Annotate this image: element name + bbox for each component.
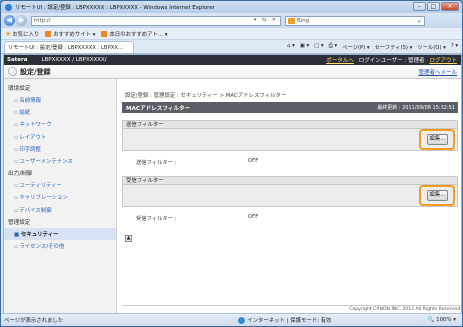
send-filter-label: 送信フィルター : — [136, 160, 177, 166]
send-filter-box: 送信フィルター 編集... — [122, 120, 458, 151]
sidebar-item-device-control[interactable]: デバイス制御 — [4, 204, 116, 216]
edit-receive-filter-button[interactable]: 編集... — [427, 190, 448, 201]
page-menu[interactable]: ページ(P) ▾ — [342, 43, 369, 51]
receive-filter-row: 受信フィルター : OFF — [122, 207, 458, 229]
bing-icon — [288, 17, 295, 24]
address-bar: ◀ ▶ http:// ▾ ⇆ ✕ Bing ⌕ — [1, 13, 462, 28]
fav-item-today[interactable]: 本日のおすすめアト... ▾ — [101, 30, 167, 38]
browser-tab[interactable]: リモートUI : 設定/登録 : LBPXXXXX : LBPXX... — [4, 40, 134, 53]
sidebar-section-output: 出力/制御 — [8, 171, 33, 178]
sidebar-item-print-adjust[interactable]: 印字調整 — [4, 143, 116, 155]
url-text: http:// — [34, 17, 51, 24]
globe-icon — [238, 316, 246, 324]
home-button[interactable]: ⌂ ▾ — [287, 43, 295, 51]
command-bar: ⌂ ▾ ▣ ▾ □ ▾ ⎙ ▾ ページ(P) ▾ セーフティ(S) ▾ ツール(… — [287, 43, 462, 51]
title-bar: リモートUI : 設定/登録 : LBPXXXXX : LBPXXXXX - W… — [1, 1, 462, 13]
feeds-button[interactable]: ▣ ▾ — [300, 43, 309, 51]
receive-filter-value: OFF — [248, 214, 259, 220]
sidebar-item-network[interactable]: ネットワーク — [4, 118, 116, 130]
zoom-control[interactable]: 🔍 100% ▾ — [428, 317, 462, 323]
print-button[interactable]: ⎙ ▾ — [329, 43, 338, 51]
edit-send-filter-button[interactable]: 編集... — [427, 134, 448, 145]
sidebar: 環境設定 名前情報 給紙 ネットワーク レイアウト 印字調整 ユーザーメンテナン… — [4, 79, 117, 314]
minimize-button[interactable]: – — [413, 2, 426, 11]
fav-item-suggested[interactable]: おすすめサイト ▾ — [45, 30, 95, 38]
sidebar-section-env: 環境設定 — [8, 86, 31, 92]
header-links: ポータルへ ログインユーザー : 管理者 ログアウト — [326, 56, 461, 64]
zone-label: インターネット | 保護モード: 有効 — [247, 318, 332, 324]
model-name: LBPXXXXX / LBPXXXXX/ — [41, 57, 107, 63]
receive-filter-header: 受信フィルター — [123, 177, 457, 185]
close-button[interactable]: ✕ — [441, 2, 459, 11]
receive-filter-toolbar: 編集... — [123, 185, 457, 206]
status-text: ページが表示されました — [4, 318, 64, 324]
brand-logo: Satera — [7, 57, 28, 63]
web-page: Satera LBPXXXXX / LBPXXXXX/ ポータルへ ログインユー… — [3, 54, 462, 315]
sidebar-item-layout[interactable]: レイアウト — [4, 131, 116, 143]
send-filter-toolbar: 編集... — [123, 129, 457, 150]
sidebar-item-utility[interactable]: ユーティリティー — [4, 179, 116, 191]
sidebar-item-calibration[interactable]: キャリブレーション — [4, 191, 116, 203]
mail-button[interactable]: □ ▾ — [314, 43, 323, 51]
back-to-top-button[interactable]: ▲ — [125, 235, 132, 242]
page-header: Satera LBPXXXXX / LBPXXXXX/ ポータルへ ログインユー… — [4, 55, 461, 65]
tab-bar: リモートUI : 設定/登録 : LBPXXXXX : LBPXX... ⌂ ▾… — [1, 40, 462, 54]
settings-icon — [8, 67, 17, 76]
send-filter-value: OFF — [248, 158, 259, 164]
favorites-bar: ★お気に入り おすすめサイト ▾ 本日のおすすめアト... ▾ — [1, 28, 462, 40]
browser-window: リモートUI : 設定/登録 : LBPXXXXX : LBPXXXXX - W… — [0, 0, 463, 327]
section-header: MACアドレスフィルター 最終更新 : 2011/09/08 15:32:51 — [122, 102, 458, 113]
status-bar: ページが表示されました インターネット | 保護モード: 有効 🔍 100% ▾ — [1, 313, 462, 326]
maximize-button[interactable]: □ — [427, 2, 440, 11]
fav-item-label: おすすめサイト ▾ — [53, 31, 96, 38]
fav-item-label: 本日のおすすめアト... ▾ — [109, 31, 168, 38]
window-controls: – □ ✕ — [413, 2, 459, 11]
ie-logo-icon — [5, 3, 12, 11]
window-title: リモートUI : 設定/登録 : LBPXXXXX : LBPXXXXX - W… — [15, 5, 215, 11]
last-updated: 最終更新 : 2011/09/08 15:32:51 — [377, 105, 455, 111]
favorites-label: お気に入り — [12, 31, 40, 38]
help-menu[interactable]: ? ▾ — [451, 43, 458, 51]
url-field[interactable]: http:// ▾ ⇆ ✕ — [31, 15, 281, 26]
breadcrumb: 設定/登録 : 管理設定 : セキュリティー > MACアドレスフィルター — [125, 93, 287, 99]
copyright: Copyright CANON INC. 2012 All Rights Res… — [122, 305, 460, 312]
page-title: 設定/登録 — [20, 67, 51, 76]
forward-button[interactable]: ▶ — [16, 15, 27, 26]
mail-admin-link[interactable]: 管理者へメール — [418, 68, 461, 76]
receive-filter-box: 受信フィルター 編集... — [122, 176, 458, 207]
tools-menu[interactable]: ツール(O) ▾ — [417, 43, 446, 51]
sidebar-item-name-info[interactable]: 名前情報 — [4, 94, 116, 106]
search-text: Bing — [297, 17, 310, 24]
sub-header: 設定/登録 管理者へメール — [4, 65, 461, 79]
back-button[interactable]: ◀ — [4, 15, 15, 26]
search-field[interactable]: Bing ⌕ — [285, 15, 425, 26]
tab-label: リモートUI : 設定/登録 : LBPXXXXX : LBPXX... — [8, 45, 124, 51]
main-content: 設定/登録 : 管理設定 : セキュリティー > MACアドレスフィルター MA… — [122, 79, 458, 242]
star-icon: ★ — [5, 29, 12, 38]
receive-filter-label: 受信フィルター : — [136, 216, 177, 222]
sidebar-item-license[interactable]: ライセンス/その他 — [4, 240, 116, 252]
suggested-sites-icon — [45, 31, 52, 37]
security-zone[interactable]: インターネット | 保護モード: 有効 — [238, 316, 331, 324]
safety-menu[interactable]: セーフティ(S) ▾ — [375, 43, 413, 51]
login-user: ログインユーザー : 管理者 — [358, 58, 425, 64]
sidebar-item-user-maintenance[interactable]: ユーザーメンテナンス — [4, 155, 116, 167]
address-tools[interactable]: ▾ ⇆ ✕ — [254, 17, 278, 23]
search-icon[interactable]: ⌕ — [418, 18, 421, 26]
web-slice-icon — [101, 31, 108, 37]
favorites-button[interactable]: ★お気に入り — [5, 30, 39, 38]
send-filter-header: 送信フィルター — [123, 121, 457, 129]
section-title: MACアドレスフィルター — [126, 105, 191, 112]
sidebar-item-security[interactable]: セキュリティー — [4, 227, 116, 240]
portal-link[interactable]: ポータルへ — [326, 56, 354, 64]
sidebar-section-admin: 管理設定 — [8, 219, 31, 226]
send-filter-row: 送信フィルター : OFF — [122, 151, 458, 173]
logout-link[interactable]: ログアウト — [429, 56, 457, 64]
sidebar-item-paper[interactable]: 給紙 — [4, 106, 116, 118]
